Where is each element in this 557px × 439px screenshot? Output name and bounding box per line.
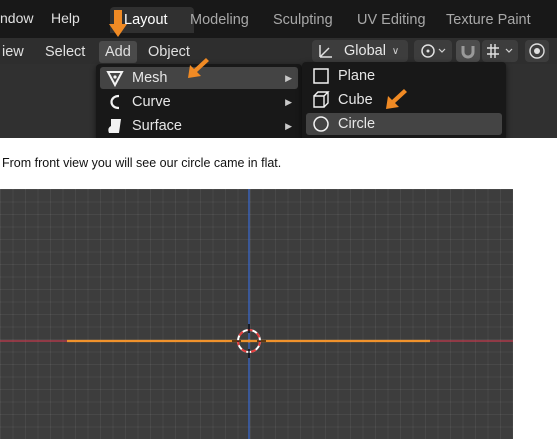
menu-window[interactable]: ndow	[0, 10, 33, 26]
circle-icon	[313, 116, 329, 132]
curve-icon	[110, 94, 120, 110]
caption-text: From front view you will see our circle …	[2, 156, 282, 170]
viewport-overlay	[0, 189, 513, 439]
tab-sculpting[interactable]: Sculpting	[265, 7, 341, 33]
submenu-arrow-icon: ▶	[285, 97, 292, 107]
proportional-edit-toggle[interactable]	[525, 40, 549, 62]
chevron-down-icon: ∨	[391, 45, 400, 57]
front-view-viewport[interactable]	[0, 189, 513, 439]
pointer-arrow-marker-icon	[386, 89, 407, 109]
submenu-arrow-icon: ▶	[285, 73, 292, 83]
orientation-label: Global	[344, 43, 386, 59]
menu-item-surface[interactable]: Surface ▶	[100, 115, 298, 137]
menu-item-label: Curve	[132, 94, 171, 110]
surface-icon	[108, 119, 121, 133]
menu-view[interactable]: iew	[0, 41, 30, 63]
menu-item-label: Mesh	[132, 70, 168, 86]
down-arrow-marker-icon	[109, 10, 127, 37]
tab-label: Layout	[124, 12, 168, 28]
3d-cursor-icon[interactable]	[232, 324, 266, 358]
orientation-dropdown[interactable]: Global ∨	[312, 40, 408, 62]
menu-item-label: Plane	[338, 68, 376, 84]
menu-item-curve[interactable]: Curve ▶	[100, 91, 298, 113]
snap-grid-icon	[487, 44, 513, 58]
tab-texture-paint[interactable]: Texture Paint	[438, 7, 539, 33]
menu-help[interactable]: Help	[51, 10, 80, 26]
plane-icon	[313, 68, 329, 84]
transform-orientation-icon	[319, 45, 332, 58]
top-bar: ndow Help Layout Modeling Sculpting UV E…	[0, 0, 557, 38]
menu-item-circle[interactable]: Circle	[306, 113, 502, 135]
pivot-point-dropdown[interactable]	[414, 40, 452, 62]
tab-uv-editing[interactable]: UV Editing	[349, 7, 434, 33]
mesh-icon	[106, 71, 124, 87]
menu-item-label: Circle	[338, 116, 376, 132]
blender-screenshot-top: ndow Help Layout Modeling Sculpting UV E…	[0, 0, 557, 138]
snap-target-dropdown[interactable]	[482, 40, 518, 62]
tab-modeling[interactable]: Modeling	[182, 7, 257, 33]
menu-item-label: Surface	[132, 118, 182, 134]
pivot-icon	[421, 44, 446, 58]
menu-item-plane[interactable]: Plane	[306, 65, 502, 87]
menu-select[interactable]: Select	[39, 41, 91, 63]
menu-add[interactable]: Add	[99, 41, 137, 63]
submenu-arrow-icon: ▶	[285, 121, 292, 131]
pointer-arrow-marker-icon	[188, 58, 209, 78]
snap-toggle[interactable]	[456, 40, 480, 62]
magnet-icon	[461, 46, 475, 59]
cube-icon	[313, 91, 330, 108]
proportional-icon	[529, 43, 545, 59]
menu-item-label: Cube	[338, 92, 373, 108]
